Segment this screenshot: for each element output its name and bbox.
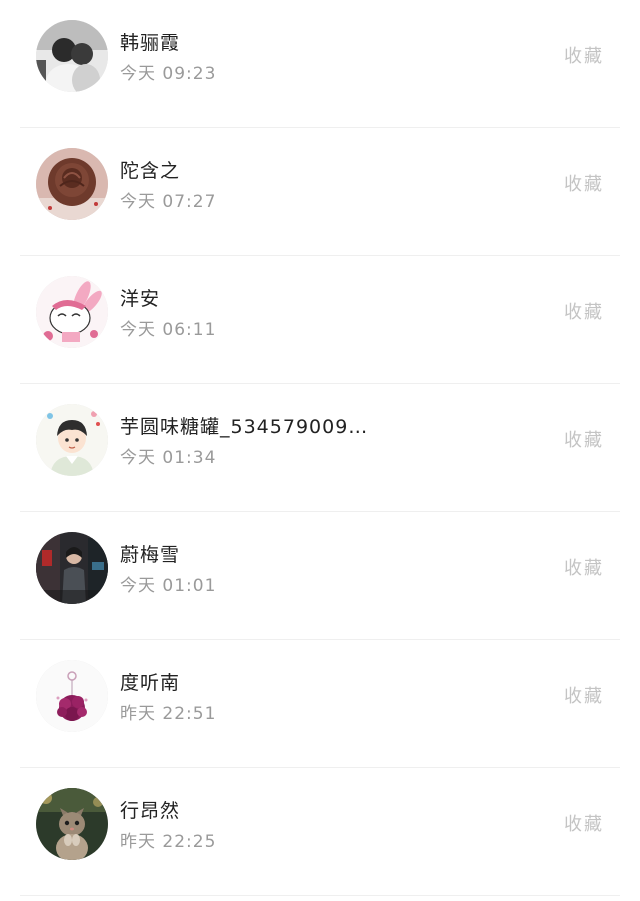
contact-name: 韩骊霞 (120, 32, 181, 54)
contact-time: 今天 06:11 (120, 320, 217, 340)
contact-time: 昨天 22:51 (120, 704, 217, 724)
contact-time: 昨天 22:25 (120, 832, 217, 852)
list-item[interactable]: 度听南 昨天 22:51 收藏 (0, 640, 640, 768)
collect-button[interactable]: 收藏 (564, 810, 604, 836)
collect-button[interactable]: 收藏 (564, 554, 604, 580)
contact-time: 今天 07:27 (120, 192, 217, 212)
purple-flower-avatar-icon (36, 660, 108, 732)
avatar[interactable] (36, 404, 108, 476)
collect-button[interactable]: 收藏 (564, 298, 604, 324)
contact-name: 洋安 (120, 288, 161, 310)
collect-button[interactable]: 收藏 (564, 42, 604, 68)
avatar[interactable] (36, 148, 108, 220)
contact-name: 行昂然 (120, 800, 181, 822)
street-photo-avatar-icon (36, 532, 108, 604)
rose-avatar-icon (36, 148, 108, 220)
contact-name: 陀含之 (120, 160, 181, 182)
avatar[interactable] (36, 20, 108, 92)
cartoon-boy-avatar-icon (36, 404, 108, 476)
avatar[interactable] (36, 660, 108, 732)
contact-name: 度听南 (120, 672, 181, 694)
contact-time: 今天 09:23 (120, 64, 217, 84)
collect-button[interactable]: 收藏 (564, 682, 604, 708)
kitten-avatar-icon (36, 788, 108, 860)
list-item[interactable]: 芋圆味糖罐_534579009… 今天 01:34 收藏 (0, 384, 640, 512)
avatar[interactable] (36, 276, 108, 348)
collect-button[interactable]: 收藏 (564, 170, 604, 196)
couple-photo-avatar-icon (36, 20, 108, 92)
collect-button[interactable]: 收藏 (564, 426, 604, 452)
list-item[interactable]: 蔚梅雪 今天 01:01 收藏 (0, 512, 640, 640)
avatar[interactable] (36, 788, 108, 860)
list-item[interactable]: 洋安 今天 06:11 收藏 (0, 256, 640, 384)
contact-time: 今天 01:01 (120, 576, 217, 596)
list-item[interactable]: 韩骊霞 今天 09:23 收藏 (0, 0, 640, 128)
contact-name: 蔚梅雪 (120, 544, 181, 566)
list-item[interactable]: 陀含之 今天 07:27 收藏 (0, 128, 640, 256)
avatar[interactable] (36, 532, 108, 604)
pink-bunny-avatar-icon (36, 276, 108, 348)
list-item[interactable]: 行昂然 昨天 22:25 收藏 (0, 768, 640, 896)
contact-name: 芋圆味糖罐_534579009… (120, 416, 369, 438)
contact-time: 今天 01:34 (120, 448, 217, 468)
contact-list: 韩骊霞 今天 09:23 收藏 陀含之 今天 07:27 收藏 洋安 今天 06… (0, 0, 640, 896)
